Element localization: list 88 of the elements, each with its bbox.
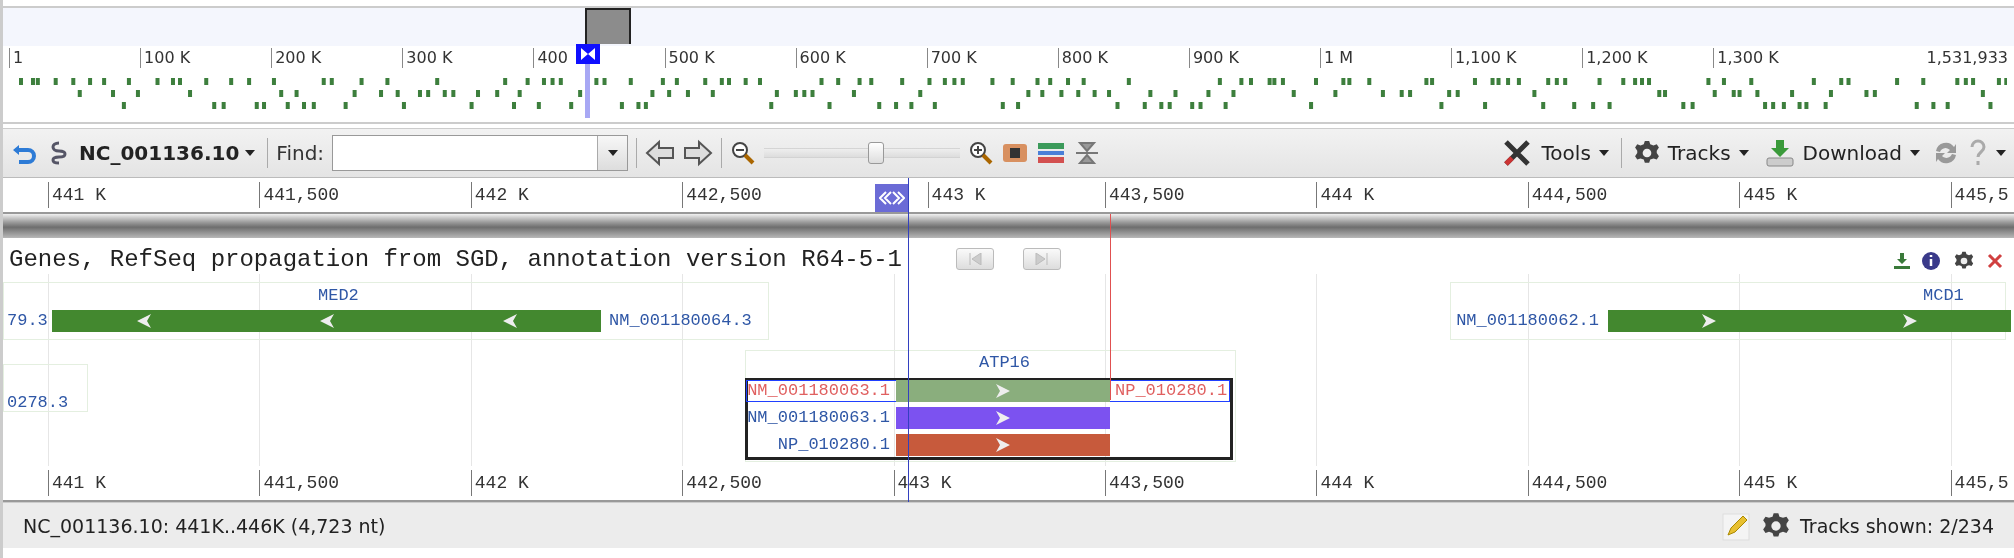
- ruler-label: 441,500: [259, 182, 339, 208]
- ruler-label: 445,5: [1950, 182, 2009, 208]
- collapse-icon[interactable]: [1074, 140, 1101, 166]
- transcript-label[interactable]: 79.3: [7, 310, 48, 332]
- ruler-label: 300 K: [402, 48, 453, 68]
- caret-icon: [245, 150, 256, 156]
- caret-icon: [1598, 150, 1609, 156]
- strand-arrow-icon: [994, 383, 1012, 399]
- gear-icon: [1762, 511, 1790, 540]
- track-layout-icon[interactable]: [1036, 140, 1067, 166]
- ruler-label: 700 K: [926, 48, 977, 68]
- ruler-label: 443 K: [927, 182, 986, 208]
- tracks-shown-text: Tracks shown: 2/234: [1800, 514, 1994, 537]
- gene-name[interactable]: MED2: [318, 285, 359, 307]
- ruler-label: 441,500: [259, 470, 339, 496]
- tracks-menu[interactable]: Tracks: [1629, 140, 1753, 166]
- ruler-label: 1,531,933: [1926, 48, 2008, 68]
- download-icon[interactable]: [1893, 252, 1911, 270]
- slider-thumb[interactable]: [867, 142, 884, 164]
- highlight-handle[interactable]: [875, 184, 909, 212]
- strand-arrow-icon: [1699, 313, 1718, 329]
- ruler-label: 444,500: [1527, 470, 1608, 496]
- protein-label[interactable]: NP_010280.1: [1115, 380, 1228, 402]
- ruler-label: 500 K: [664, 48, 715, 68]
- ruler-label: 444 K: [1316, 182, 1375, 208]
- ruler-label: 441 K: [48, 182, 106, 208]
- find-label: Find:: [276, 141, 325, 165]
- ruler-label: 600 K: [795, 48, 846, 68]
- transcript-label[interactable]: NP_010280.1: [777, 434, 890, 456]
- caret-icon: [1996, 150, 2006, 156]
- ruler-label: 445,5: [1950, 470, 2009, 496]
- arrow-left-icon[interactable]: [645, 139, 676, 167]
- transcript-label[interactable]: NM_001180064.3: [609, 310, 752, 332]
- ruler-label: 442,500: [682, 182, 762, 208]
- gene-name[interactable]: ATP16: [979, 352, 1030, 374]
- download-icon: [1764, 138, 1795, 168]
- gene-name[interactable]: MCD1: [1923, 285, 1964, 307]
- caret-icon: [607, 150, 618, 156]
- ruler-label: 100 K: [140, 48, 191, 68]
- tools-menu[interactable]: Tools: [1497, 138, 1613, 168]
- sequence-selector[interactable]: NC_001136.10: [75, 141, 260, 165]
- ruler-label: 1,200 K: [1582, 48, 1648, 68]
- caret-icon: [1910, 150, 1920, 156]
- skip-start-icon: [968, 253, 982, 265]
- location-text: NC_001136.10: 441K..446K (4,723 nt): [23, 514, 386, 537]
- skip-end-icon: [1035, 253, 1049, 265]
- ruler-label: 441 K: [48, 470, 106, 496]
- options-caret[interactable]: [1996, 150, 2006, 156]
- view-region[interactable]: [585, 8, 631, 44]
- scroll-bar[interactable]: [3, 214, 2014, 238]
- download-menu[interactable]: Download: [1760, 138, 1924, 168]
- transcript-label[interactable]: 0278.3: [7, 392, 69, 414]
- ruler-label: 443,500: [1105, 470, 1185, 496]
- ruler-label: 1: [9, 48, 24, 68]
- pencil-icon[interactable]: [1722, 510, 1752, 541]
- ruler-label: 444 K: [1316, 470, 1375, 496]
- zoom-in-icon[interactable]: [968, 140, 995, 166]
- track-title: Genes, RefSeq propagation from SGD, annotation version R64-5-1: [9, 246, 902, 273]
- ruler-label: 444,500: [1527, 182, 1608, 208]
- ruler-label: 443,500: [1105, 182, 1185, 208]
- ruler-label: 200 K: [271, 48, 322, 68]
- help-icon[interactable]: [1968, 139, 1988, 167]
- info-icon[interactable]: [1921, 251, 1941, 271]
- transcript-label[interactable]: NM_001180062.1: [1456, 310, 1599, 332]
- zoom-out-icon[interactable]: [730, 140, 757, 166]
- caret-icon: [1738, 150, 1749, 156]
- close-icon[interactable]: [1987, 253, 2003, 269]
- transcript-label[interactable]: NM_001180063.1: [747, 407, 890, 429]
- ruler-label: 400: [533, 48, 568, 68]
- find-field[interactable]: [332, 135, 629, 171]
- ruler-label: 1 M: [1320, 48, 1354, 68]
- ruler-label: 800 K: [1057, 48, 1108, 68]
- ruler-label: 442 K: [470, 182, 529, 208]
- transcript-label[interactable]: NM_001180063.1: [747, 380, 890, 402]
- arrow-right-icon[interactable]: [683, 139, 714, 167]
- ruler-label: 445 K: [1739, 182, 1798, 208]
- ruler-label: 442,500: [682, 470, 762, 496]
- ruler-label: 1,100 K: [1451, 48, 1517, 68]
- gear-icon: [1633, 140, 1660, 166]
- ruler-label: 445 K: [1739, 470, 1798, 496]
- ruler-label: 442 K: [470, 470, 529, 496]
- location-marker[interactable]: [576, 44, 600, 64]
- strand-arrow-icon: [994, 410, 1012, 426]
- ruler-label: 900 K: [1188, 48, 1239, 68]
- ruler-label: 1,300 K: [1713, 48, 1779, 68]
- gear-icon: [1954, 251, 1974, 271]
- strand-arrow-icon: [994, 437, 1012, 453]
- dropdown-button[interactable]: [597, 136, 628, 170]
